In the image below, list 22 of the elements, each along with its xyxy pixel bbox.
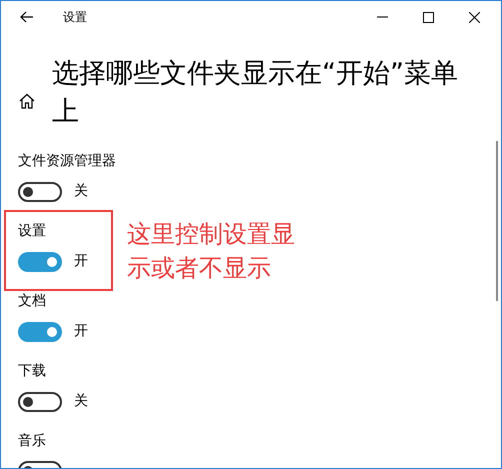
folder-label: 下载 xyxy=(18,362,46,381)
folder-label: 文件资源管理器 xyxy=(18,152,116,171)
toggle-switch[interactable] xyxy=(18,322,62,342)
folder-label: 文档 xyxy=(18,292,46,311)
toggle-state: 开 xyxy=(74,322,88,341)
toggle-state: 开 xyxy=(74,252,88,271)
close-icon[interactable] xyxy=(469,12,480,22)
window-title: 设置 xyxy=(63,9,87,26)
toggle-switch[interactable] xyxy=(18,182,62,202)
folder-label: 音乐 xyxy=(18,432,46,451)
page-heading: 选择哪些文件夹显示在“开始”菜单上 xyxy=(52,57,459,129)
toggle-state: 关 xyxy=(74,392,88,411)
annotation-text: 这里控制设置显示或者不显示 xyxy=(127,219,296,284)
toggle-state: 关 xyxy=(74,182,88,201)
scrollbar-thumb[interactable] xyxy=(496,141,498,301)
toggle-switch[interactable] xyxy=(18,252,62,272)
toggle-switch[interactable] xyxy=(18,392,62,412)
minimize-icon[interactable] xyxy=(377,16,388,18)
folder-label: 设置 xyxy=(18,222,46,241)
home-icon[interactable] xyxy=(19,93,35,109)
back-arrow-icon[interactable] xyxy=(20,11,34,23)
maximize-icon[interactable] xyxy=(423,12,434,22)
